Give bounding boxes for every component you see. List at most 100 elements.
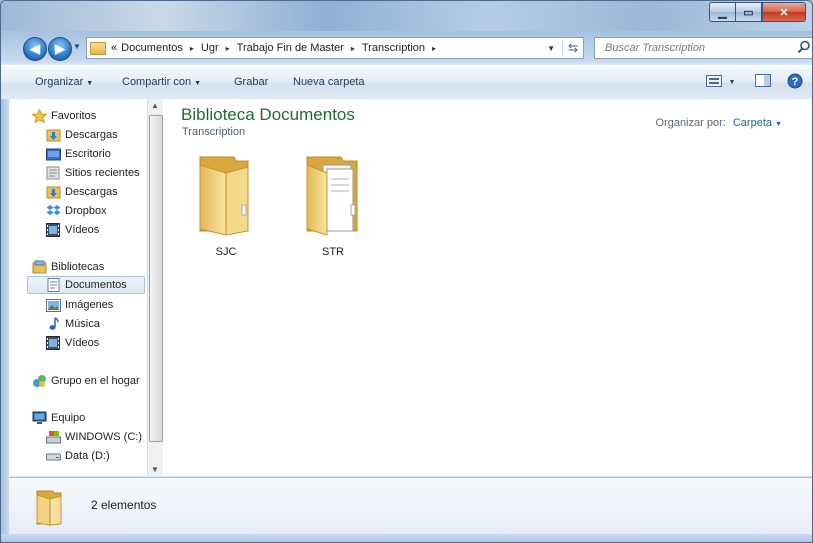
breadcrumb-transcription[interactable]: Transcription (362, 42, 425, 54)
nav-libraries-label: Bibliotecas (51, 261, 105, 273)
close-icon: ✕ (779, 6, 789, 19)
arrange-by: Organizar por: Carpeta ▼ (655, 117, 782, 129)
nav-item-videos-fav[interactable]: Vídeos (45, 221, 99, 239)
folder-icon (35, 490, 65, 529)
nav-item-label: WINDOWS (C:) (65, 431, 142, 443)
nav-item-label: Música (65, 318, 100, 330)
nav-item-descargas[interactable]: Descargas (45, 126, 118, 144)
arrange-by-value: Carpeta (732, 117, 772, 129)
navigation-pane: Favoritos Descargas Escritorio Sitios re… (9, 99, 162, 476)
address-controls: ▼ ⇆ (547, 41, 583, 55)
scrollbar-thumb[interactable] (149, 115, 163, 442)
breadcrumb-separator-icon[interactable]: ▸ (351, 44, 355, 53)
svg-text:?: ? (792, 76, 799, 88)
nav-item-label: Documentos (65, 279, 127, 291)
nav-computer[interactable]: Equipo (31, 409, 85, 427)
desktop-icon (45, 147, 61, 161)
nav-favorites-label: Favoritos (51, 110, 97, 122)
view-icon (706, 74, 722, 90)
back-arrow-icon: ◀ (30, 41, 40, 56)
view-options-dropdown-icon[interactable]: ▼ (726, 73, 738, 91)
recent-pages-dropdown-icon[interactable]: ▼ (73, 42, 81, 51)
minimize-button[interactable]: ▁ (709, 2, 735, 22)
nav-item-label: Vídeos (65, 224, 100, 236)
breadcrumb-trabajo-fin-de-master[interactable]: Trabajo Fin de Master (237, 42, 344, 54)
nav-item-label: Descargas (65, 186, 118, 198)
organize-menu-button[interactable]: Organizar ▼ (35, 76, 93, 88)
help-button[interactable]: ? (785, 73, 805, 91)
window-frame-bottom (1, 534, 812, 542)
new-folder-button[interactable]: Nueva carpeta (293, 76, 365, 88)
details-pane: 2 elementos (9, 477, 812, 535)
nav-libraries[interactable]: Bibliotecas (31, 258, 104, 276)
address-bar[interactable]: « Documentos ▸ Ugr ▸ Trabajo Fin de Mast… (86, 37, 584, 59)
nav-homegroup[interactable]: Grupo en el hogar (31, 372, 140, 390)
folder-item[interactable]: SJC (186, 155, 266, 258)
navigation-scrollbar[interactable]: ▲ ▼ (147, 99, 163, 476)
nav-item-drive-d[interactable]: Data (D:) (45, 447, 110, 465)
folder-name: STR (322, 246, 344, 258)
help-icon: ? (787, 73, 803, 92)
nav-computer-label: Equipo (51, 412, 86, 424)
new-folder-label: Nueva carpeta (293, 76, 365, 88)
recent-places-icon (45, 166, 61, 180)
breadcrumb-overflow[interactable]: « (111, 42, 117, 54)
star-icon (31, 109, 47, 123)
scroll-down-icon[interactable]: ▼ (151, 465, 159, 474)
videos-icon (45, 336, 61, 350)
documents-folder-icon (303, 156, 363, 240)
arrange-by-dropdown[interactable]: Carpeta ▼ (733, 117, 782, 129)
downloads-folder-icon (45, 128, 61, 142)
folder-item[interactable]: STR (293, 155, 373, 258)
nav-item-label: Vídeos (65, 337, 100, 349)
organize-label: Organizar (35, 76, 84, 88)
nav-item-imagenes[interactable]: Imágenes (45, 296, 113, 314)
chevron-down-icon: ▼ (775, 121, 782, 128)
nav-item-label: Imágenes (65, 299, 114, 311)
nav-item-sitios-recientes[interactable]: Sitios recientes (45, 164, 140, 182)
chevron-down-icon: ▼ (86, 80, 94, 87)
folder-name: SJC (215, 246, 237, 258)
share-menu-button[interactable]: Compartir con ▼ (122, 76, 201, 88)
nav-item-dropbox[interactable]: Dropbox (45, 202, 107, 220)
system-drive-icon (45, 430, 61, 444)
scroll-up-icon[interactable]: ▲ (151, 101, 159, 110)
back-button[interactable]: ◀ (23, 37, 47, 61)
nav-item-descargas-2[interactable]: Descargas (45, 183, 118, 201)
search-input[interactable] (603, 41, 787, 55)
search-box (594, 37, 812, 59)
close-button[interactable]: ✕ (762, 2, 806, 22)
videos-icon (45, 223, 61, 237)
nav-item-videos-lib[interactable]: Vídeos (45, 334, 99, 352)
item-count: 2 elementos (91, 498, 157, 512)
documents-icon (45, 278, 61, 292)
minimize-icon: ▁ (718, 6, 727, 19)
preview-pane-button[interactable] (752, 73, 774, 91)
share-label: Compartir con (122, 76, 192, 88)
nav-item-documentos[interactable]: Documentos (27, 276, 145, 294)
breadcrumb-ugr[interactable]: Ugr (201, 42, 219, 54)
maximize-button[interactable]: ▭ (735, 2, 762, 22)
maximize-icon: ▭ (743, 6, 754, 19)
breadcrumb-documentos[interactable]: Documentos (121, 42, 183, 54)
change-view-button[interactable] (703, 73, 725, 91)
title-bar[interactable]: ▁ ▭ ✕ (1, 1, 812, 31)
computer-icon (31, 411, 47, 425)
nav-item-musica[interactable]: Música (45, 315, 100, 333)
address-history-dropdown-icon[interactable]: ▼ (547, 44, 555, 53)
forward-arrow-icon: ▶ (55, 41, 65, 56)
nav-item-escritorio[interactable]: Escritorio (45, 145, 111, 163)
search-icon[interactable] (797, 40, 811, 57)
preview-pane-icon (755, 74, 771, 90)
explorer-window: ▁ ▭ ✕ ◀ ▶ ▼ « Documentos ▸ Ugr ▸ Trabajo… (0, 0, 813, 543)
nav-favorites[interactable]: Favoritos (31, 107, 96, 125)
arrange-by-label: Organizar por: (655, 117, 726, 129)
breadcrumb-separator-icon[interactable]: ▸ (226, 44, 230, 53)
forward-button[interactable]: ▶ (48, 37, 72, 61)
burn-button[interactable]: Grabar (234, 76, 268, 88)
refresh-icon[interactable]: ⇆ (562, 41, 583, 55)
breadcrumb-separator-icon[interactable]: ▸ (432, 44, 436, 53)
nav-item-drive-c[interactable]: WINDOWS (C:) (45, 428, 142, 446)
nav-item-label: Sitios recientes (65, 167, 140, 179)
breadcrumb-separator-icon[interactable]: ▸ (190, 44, 194, 53)
